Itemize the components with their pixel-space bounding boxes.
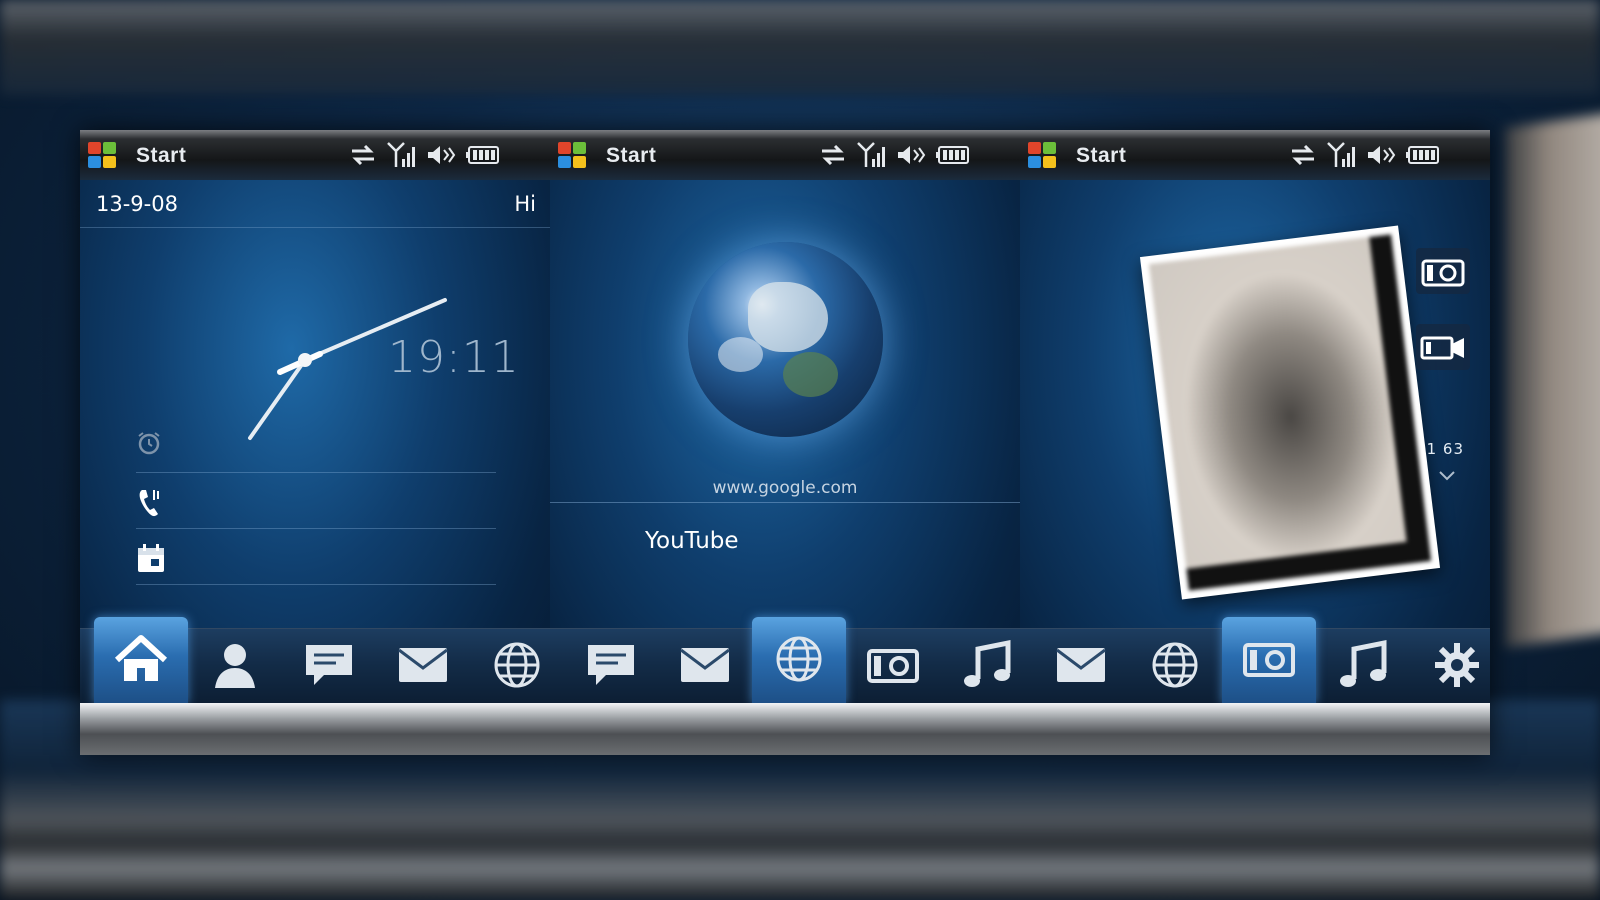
mail-icon (679, 646, 731, 688)
background-status-strip (0, 0, 1600, 95)
calendar-row[interactable] (136, 528, 496, 585)
greeting-label: Hi (514, 192, 536, 216)
signal-icon[interactable] (856, 141, 886, 169)
status-bar: Start (1020, 130, 1490, 180)
status-bar: Start (80, 130, 550, 180)
tab-globe[interactable] (1128, 629, 1222, 704)
phone-icon (139, 490, 159, 517)
photo-counter: 1 63 (1426, 440, 1464, 458)
tab-camera[interactable] (1222, 617, 1316, 704)
mail-icon (397, 646, 449, 688)
volume-icon[interactable] (896, 143, 926, 167)
tab-mail[interactable] (376, 629, 470, 704)
message-icon (302, 641, 356, 693)
bookmark-youtube[interactable]: YouTube (645, 528, 739, 554)
chevron-down-icon[interactable] (1438, 470, 1456, 482)
home-icon (111, 632, 171, 690)
signal-icon[interactable] (1326, 141, 1356, 169)
battery-icon[interactable] (1406, 145, 1440, 165)
tab-music[interactable] (1316, 629, 1410, 704)
tab-camera[interactable] (846, 629, 940, 704)
sync-icon[interactable] (1290, 143, 1316, 167)
person-icon (211, 640, 259, 694)
start-button[interactable]: Start (1076, 144, 1126, 168)
tab-bar (80, 617, 1490, 704)
music-icon (962, 639, 1012, 695)
sync-icon[interactable] (820, 143, 846, 167)
message-icon (584, 641, 638, 693)
tab-globe[interactable] (470, 629, 564, 704)
windows-logo-icon[interactable] (558, 142, 588, 170)
home-screen-strip: Start 13-9-08 Hi 19:11 Start www.google.… (80, 130, 1490, 755)
globe-icon (1150, 640, 1200, 694)
volume-icon[interactable] (1366, 143, 1396, 167)
camera-button[interactable] (1416, 248, 1470, 294)
battery-icon[interactable] (936, 145, 970, 165)
volume-icon[interactable] (426, 143, 456, 167)
video-camera-icon (1420, 336, 1464, 360)
camera-icon (1242, 639, 1296, 683)
tab-settings[interactable] (1410, 629, 1504, 704)
photo-thumbnail[interactable] (1139, 225, 1441, 600)
status-icons (820, 141, 970, 169)
status-icons (350, 141, 500, 169)
digital-time: 19:11 (388, 332, 520, 383)
divider (80, 227, 550, 228)
globe-icon (492, 640, 542, 694)
status-icons (1290, 141, 1440, 169)
bottom-rail (80, 703, 1490, 755)
signal-icon[interactable] (386, 141, 416, 169)
music-icon (1338, 639, 1388, 695)
camera-icon (866, 645, 920, 689)
alarm-icon (138, 432, 160, 455)
start-button[interactable]: Start (606, 144, 656, 168)
battery-icon[interactable] (466, 145, 500, 165)
divider (550, 502, 1020, 503)
tab-home[interactable] (94, 617, 188, 704)
tab-mail[interactable] (658, 629, 752, 704)
status-bar: Start (550, 130, 1020, 180)
camera-icon (1421, 259, 1465, 287)
tab-message[interactable] (282, 629, 376, 704)
call-row[interactable] (136, 472, 496, 529)
sync-icon[interactable] (350, 143, 376, 167)
browser-url[interactable]: www.google.com (550, 478, 1020, 498)
start-button[interactable]: Start (136, 144, 186, 168)
windows-logo-icon[interactable] (1028, 142, 1058, 170)
globe-image[interactable] (688, 242, 883, 437)
tab-person[interactable] (188, 629, 282, 704)
mail-icon (1055, 646, 1107, 688)
settings-icon (1432, 640, 1482, 694)
tab-message[interactable] (564, 629, 658, 704)
calendar-icon (138, 544, 164, 572)
globe-icon (774, 634, 824, 688)
background-photo (1505, 112, 1600, 648)
windows-logo-icon[interactable] (88, 142, 118, 170)
alarm-row[interactable] (136, 416, 496, 473)
tab-globe[interactable] (752, 617, 846, 704)
tab-mail[interactable] (1034, 629, 1128, 704)
tab-music[interactable] (940, 629, 1034, 704)
video-button[interactable] (1416, 324, 1470, 370)
date-label: 13-9-08 (96, 192, 178, 216)
